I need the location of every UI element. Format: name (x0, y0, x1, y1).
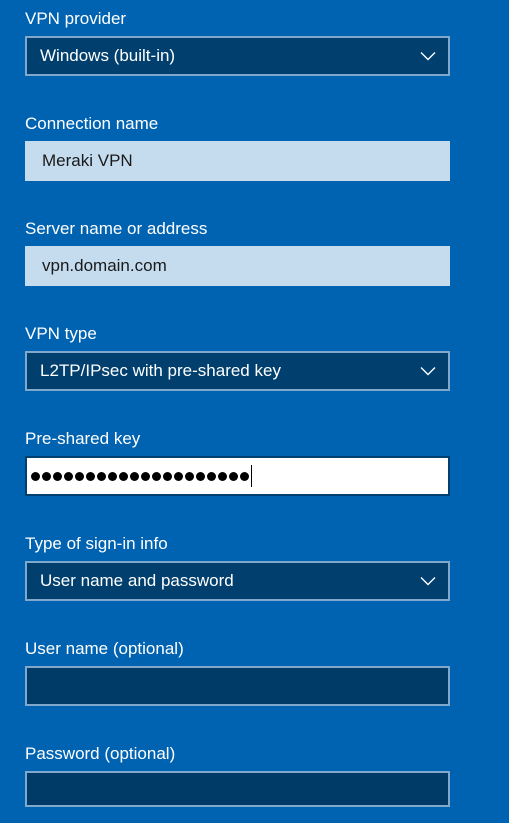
connection-name-value: Meraki VPN (42, 151, 133, 170)
vpn-type-group: VPN type L2TP/IPsec with pre-shared key (25, 324, 450, 391)
password-dot (31, 471, 40, 481)
password-label: Password (optional) (25, 744, 176, 763)
password-dot (185, 471, 194, 481)
password-dot (163, 471, 172, 481)
password-dot (53, 471, 62, 481)
vpn-provider-value: Windows (built-in) (40, 46, 176, 65)
password-dot (141, 471, 150, 481)
text-caret (251, 465, 252, 487)
pre-shared-key-group: Pre-shared key (25, 429, 450, 496)
server-group: Server name or address vpn.domain.com (25, 219, 450, 286)
vpn-type-label: VPN type (25, 324, 97, 343)
vpn-provider-label: VPN provider (25, 9, 127, 28)
password-dot (75, 471, 84, 481)
vpn-type-value: L2TP/IPsec with pre-shared key (40, 361, 281, 380)
password-dot (174, 471, 183, 481)
password-dot (240, 471, 249, 481)
chevron-down-icon (408, 38, 448, 74)
password-dot (229, 471, 238, 481)
password-dot (119, 471, 128, 481)
server-input[interactable]: vpn.domain.com (25, 246, 450, 286)
password-dot (42, 471, 51, 481)
username-input[interactable] (25, 666, 450, 706)
password-dot (108, 471, 117, 481)
password-dot (152, 471, 161, 481)
username-label: User name (optional) (25, 639, 184, 658)
sign-in-type-value: User name and password (40, 571, 234, 590)
pre-shared-key-input[interactable] (25, 456, 450, 496)
connection-name-input[interactable]: Meraki VPN (25, 141, 450, 181)
password-group: Password (optional) (25, 744, 450, 807)
server-value: vpn.domain.com (42, 256, 167, 275)
vpn-provider-group: VPN provider Windows (built-in) (25, 9, 450, 76)
password-input[interactable] (25, 771, 450, 807)
server-label: Server name or address (25, 219, 208, 238)
username-group: User name (optional) (25, 639, 450, 706)
pre-shared-key-label: Pre-shared key (25, 429, 141, 448)
sign-in-type-dropdown[interactable]: User name and password (25, 561, 450, 601)
password-dot (64, 471, 73, 481)
connection-name-group: Connection name Meraki VPN (25, 114, 450, 181)
chevron-down-icon (408, 353, 448, 389)
password-dot (196, 471, 205, 481)
sign-in-type-group: Type of sign-in info User name and passw… (25, 534, 450, 601)
password-dot (97, 471, 106, 481)
password-dot (218, 471, 227, 481)
password-dot (207, 471, 216, 481)
password-dot (130, 471, 139, 481)
vpn-provider-dropdown[interactable]: Windows (built-in) (25, 36, 450, 76)
password-dot (86, 471, 95, 481)
chevron-down-icon (408, 563, 448, 599)
sign-in-type-label: Type of sign-in info (25, 534, 168, 553)
vpn-type-dropdown[interactable]: L2TP/IPsec with pre-shared key (25, 351, 450, 391)
masked-password-dots (31, 458, 251, 494)
connection-name-label: Connection name (25, 114, 159, 133)
